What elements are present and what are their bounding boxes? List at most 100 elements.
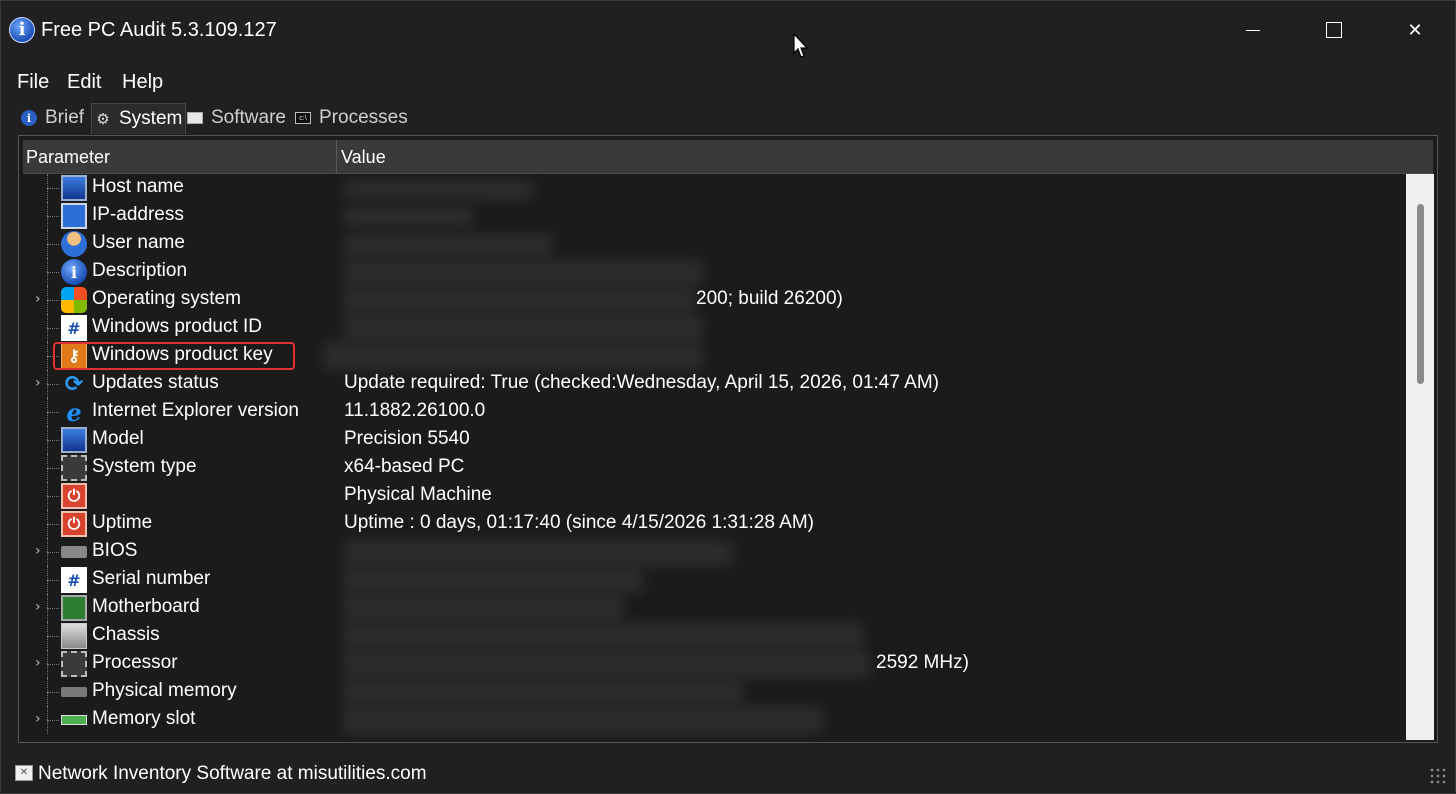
tree-row[interactable]: › ⟳ Updates status Update required: True (c… bbox=[23, 370, 1405, 398]
tree-row[interactable]: › BIOS bbox=[23, 538, 1405, 566]
parameter-label: Serial number bbox=[92, 568, 211, 589]
redacted-value bbox=[343, 706, 823, 734]
parameter-label: Model bbox=[92, 428, 144, 449]
tab-processes[interactable]: c:\ Processes bbox=[295, 103, 408, 133]
parameter-label: Operating system bbox=[92, 288, 241, 309]
menu-edit[interactable]: Edit bbox=[67, 71, 101, 94]
tree-row[interactable]: # Serial number bbox=[23, 566, 1405, 594]
minimize-button[interactable] bbox=[1213, 1, 1293, 59]
tab-label: Processes bbox=[319, 107, 408, 128]
parameter-label: Host name bbox=[92, 176, 184, 197]
tree-row[interactable]: Model Precision 5540 bbox=[23, 426, 1405, 454]
tab-bar: i Brief ⚙ System Software c:\ Processes bbox=[15, 103, 515, 134]
parameter-value: Precision 5540 bbox=[344, 428, 470, 449]
parameter-label: Processor bbox=[92, 652, 178, 673]
memory-icon bbox=[61, 687, 87, 697]
chevron-right-icon[interactable]: › bbox=[35, 711, 41, 727]
parameter-label: Chassis bbox=[92, 624, 160, 645]
tree-row[interactable]: Host name bbox=[23, 174, 1405, 202]
parameter-label: Windows product ID bbox=[92, 316, 263, 337]
hash-icon: # bbox=[61, 567, 87, 593]
tree-row[interactable]: ⚷ Windows product key bbox=[23, 342, 1405, 370]
tree-guide-tick bbox=[47, 636, 59, 637]
tree-guide-tick bbox=[47, 272, 59, 273]
network-icon bbox=[61, 203, 87, 229]
info-icon: i bbox=[21, 110, 37, 126]
parameter-value: Uptime : 0 days, 01:17:40 (since 4/15/20… bbox=[344, 512, 815, 533]
status-link[interactable]: Network Inventory Software at misutiliti… bbox=[38, 763, 427, 785]
tab-label: Software bbox=[211, 107, 286, 128]
chevron-right-icon[interactable]: › bbox=[35, 375, 41, 391]
tree-row[interactable]: Physical memory bbox=[23, 678, 1405, 706]
tree-guide-tick bbox=[47, 552, 59, 553]
redacted-value bbox=[343, 678, 743, 706]
tree-row[interactable]: ⏻ Uptime Uptime : 0 days, 01:17:40 (since … bbox=[23, 510, 1405, 538]
redacted-value bbox=[343, 260, 703, 286]
mouse-cursor-icon bbox=[793, 33, 809, 58]
tree-row[interactable]: ⏻ Physical Machine bbox=[23, 482, 1405, 510]
tab-software[interactable]: Software bbox=[187, 103, 286, 133]
redacted-value bbox=[323, 342, 703, 370]
chevron-right-icon[interactable]: › bbox=[35, 543, 41, 559]
parameter-label: Internet Explorer version bbox=[92, 400, 299, 421]
tab-system[interactable]: ⚙ System bbox=[91, 103, 187, 134]
monitor-icon bbox=[61, 175, 87, 201]
tree-guide-tick bbox=[47, 440, 59, 441]
tab-label: System bbox=[119, 108, 183, 129]
table-header: Parameter Value bbox=[23, 140, 1433, 174]
redacted-value bbox=[343, 180, 533, 200]
parameter-label: System type bbox=[92, 456, 197, 477]
tree-guide-tick bbox=[47, 188, 59, 189]
hash-icon: # bbox=[61, 315, 87, 341]
window-title: Free PC Audit 5.3.109.127 bbox=[41, 19, 277, 41]
tree-row[interactable]: IP-address bbox=[23, 202, 1405, 230]
window-icon bbox=[187, 112, 203, 124]
parameter-label: Updates status bbox=[92, 372, 219, 393]
minimize-icon bbox=[1246, 29, 1260, 31]
parameter-label: BIOS bbox=[92, 540, 138, 561]
parameter-label: User name bbox=[92, 232, 185, 253]
chevron-right-icon[interactable]: › bbox=[35, 291, 41, 307]
power-icon: ⏻ bbox=[61, 511, 87, 537]
parameter-label: Memory slot bbox=[92, 708, 196, 729]
info-icon: i bbox=[9, 17, 35, 43]
status-bar: ✕ Network Inventory Software at misutili… bbox=[1, 757, 1455, 793]
chevron-right-icon[interactable]: › bbox=[35, 599, 41, 615]
tree-guide-tick bbox=[47, 468, 59, 469]
tree-row[interactable]: › Memory slot bbox=[23, 706, 1405, 734]
refresh-icon: ⟳ bbox=[64, 371, 84, 397]
parameter-value: 200; build 26200) bbox=[696, 288, 843, 309]
tree-row[interactable]: System type x64-based PC bbox=[23, 454, 1405, 482]
bios-chip-icon bbox=[61, 546, 87, 558]
menu-help[interactable]: Help bbox=[122, 71, 163, 94]
gear-icon: ⚙ bbox=[96, 111, 110, 128]
tree-guide-tick bbox=[47, 692, 59, 693]
menu-bar: File Edit Help bbox=[1, 67, 1455, 97]
menu-file[interactable]: File bbox=[17, 71, 49, 94]
tab-brief[interactable]: i Brief bbox=[21, 103, 84, 133]
chip-icon bbox=[61, 651, 87, 677]
title-bar[interactable]: i Free PC Audit 5.3.109.127 ✕ bbox=[1, 1, 1455, 59]
close-button[interactable]: ✕ bbox=[1375, 1, 1455, 59]
tree-row[interactable]: # Windows product ID bbox=[23, 314, 1405, 342]
tree-row[interactable]: › Operating system 200; build 26200) bbox=[23, 286, 1405, 314]
tree-guide-tick bbox=[47, 664, 59, 665]
vertical-scrollbar[interactable] bbox=[1406, 174, 1434, 740]
column-header-parameter[interactable]: Parameter bbox=[23, 140, 337, 174]
tab-label: Brief bbox=[45, 107, 85, 128]
resize-grip-icon[interactable] bbox=[1429, 767, 1447, 785]
tree-row[interactable]: User name bbox=[23, 230, 1405, 258]
tree-row[interactable]: › Motherboard bbox=[23, 594, 1405, 622]
tree-guide-tick bbox=[47, 244, 59, 245]
motherboard-icon bbox=[61, 595, 87, 621]
scrollbar-thumb[interactable] bbox=[1417, 204, 1424, 384]
tree-row[interactable]: Chassis bbox=[23, 622, 1405, 650]
tree-row[interactable]: › Processor 2592 MHz) bbox=[23, 650, 1405, 678]
column-header-value[interactable]: Value bbox=[338, 140, 1418, 174]
memory-slot-icon bbox=[61, 715, 87, 725]
tree-row[interactable]: e Internet Explorer version 11.1882.26100.… bbox=[23, 398, 1405, 427]
maximize-button[interactable] bbox=[1294, 1, 1374, 59]
tree-guide-tick bbox=[47, 720, 59, 721]
chevron-right-icon[interactable]: › bbox=[35, 655, 41, 671]
tree-row[interactable]: i Description bbox=[23, 258, 1405, 286]
